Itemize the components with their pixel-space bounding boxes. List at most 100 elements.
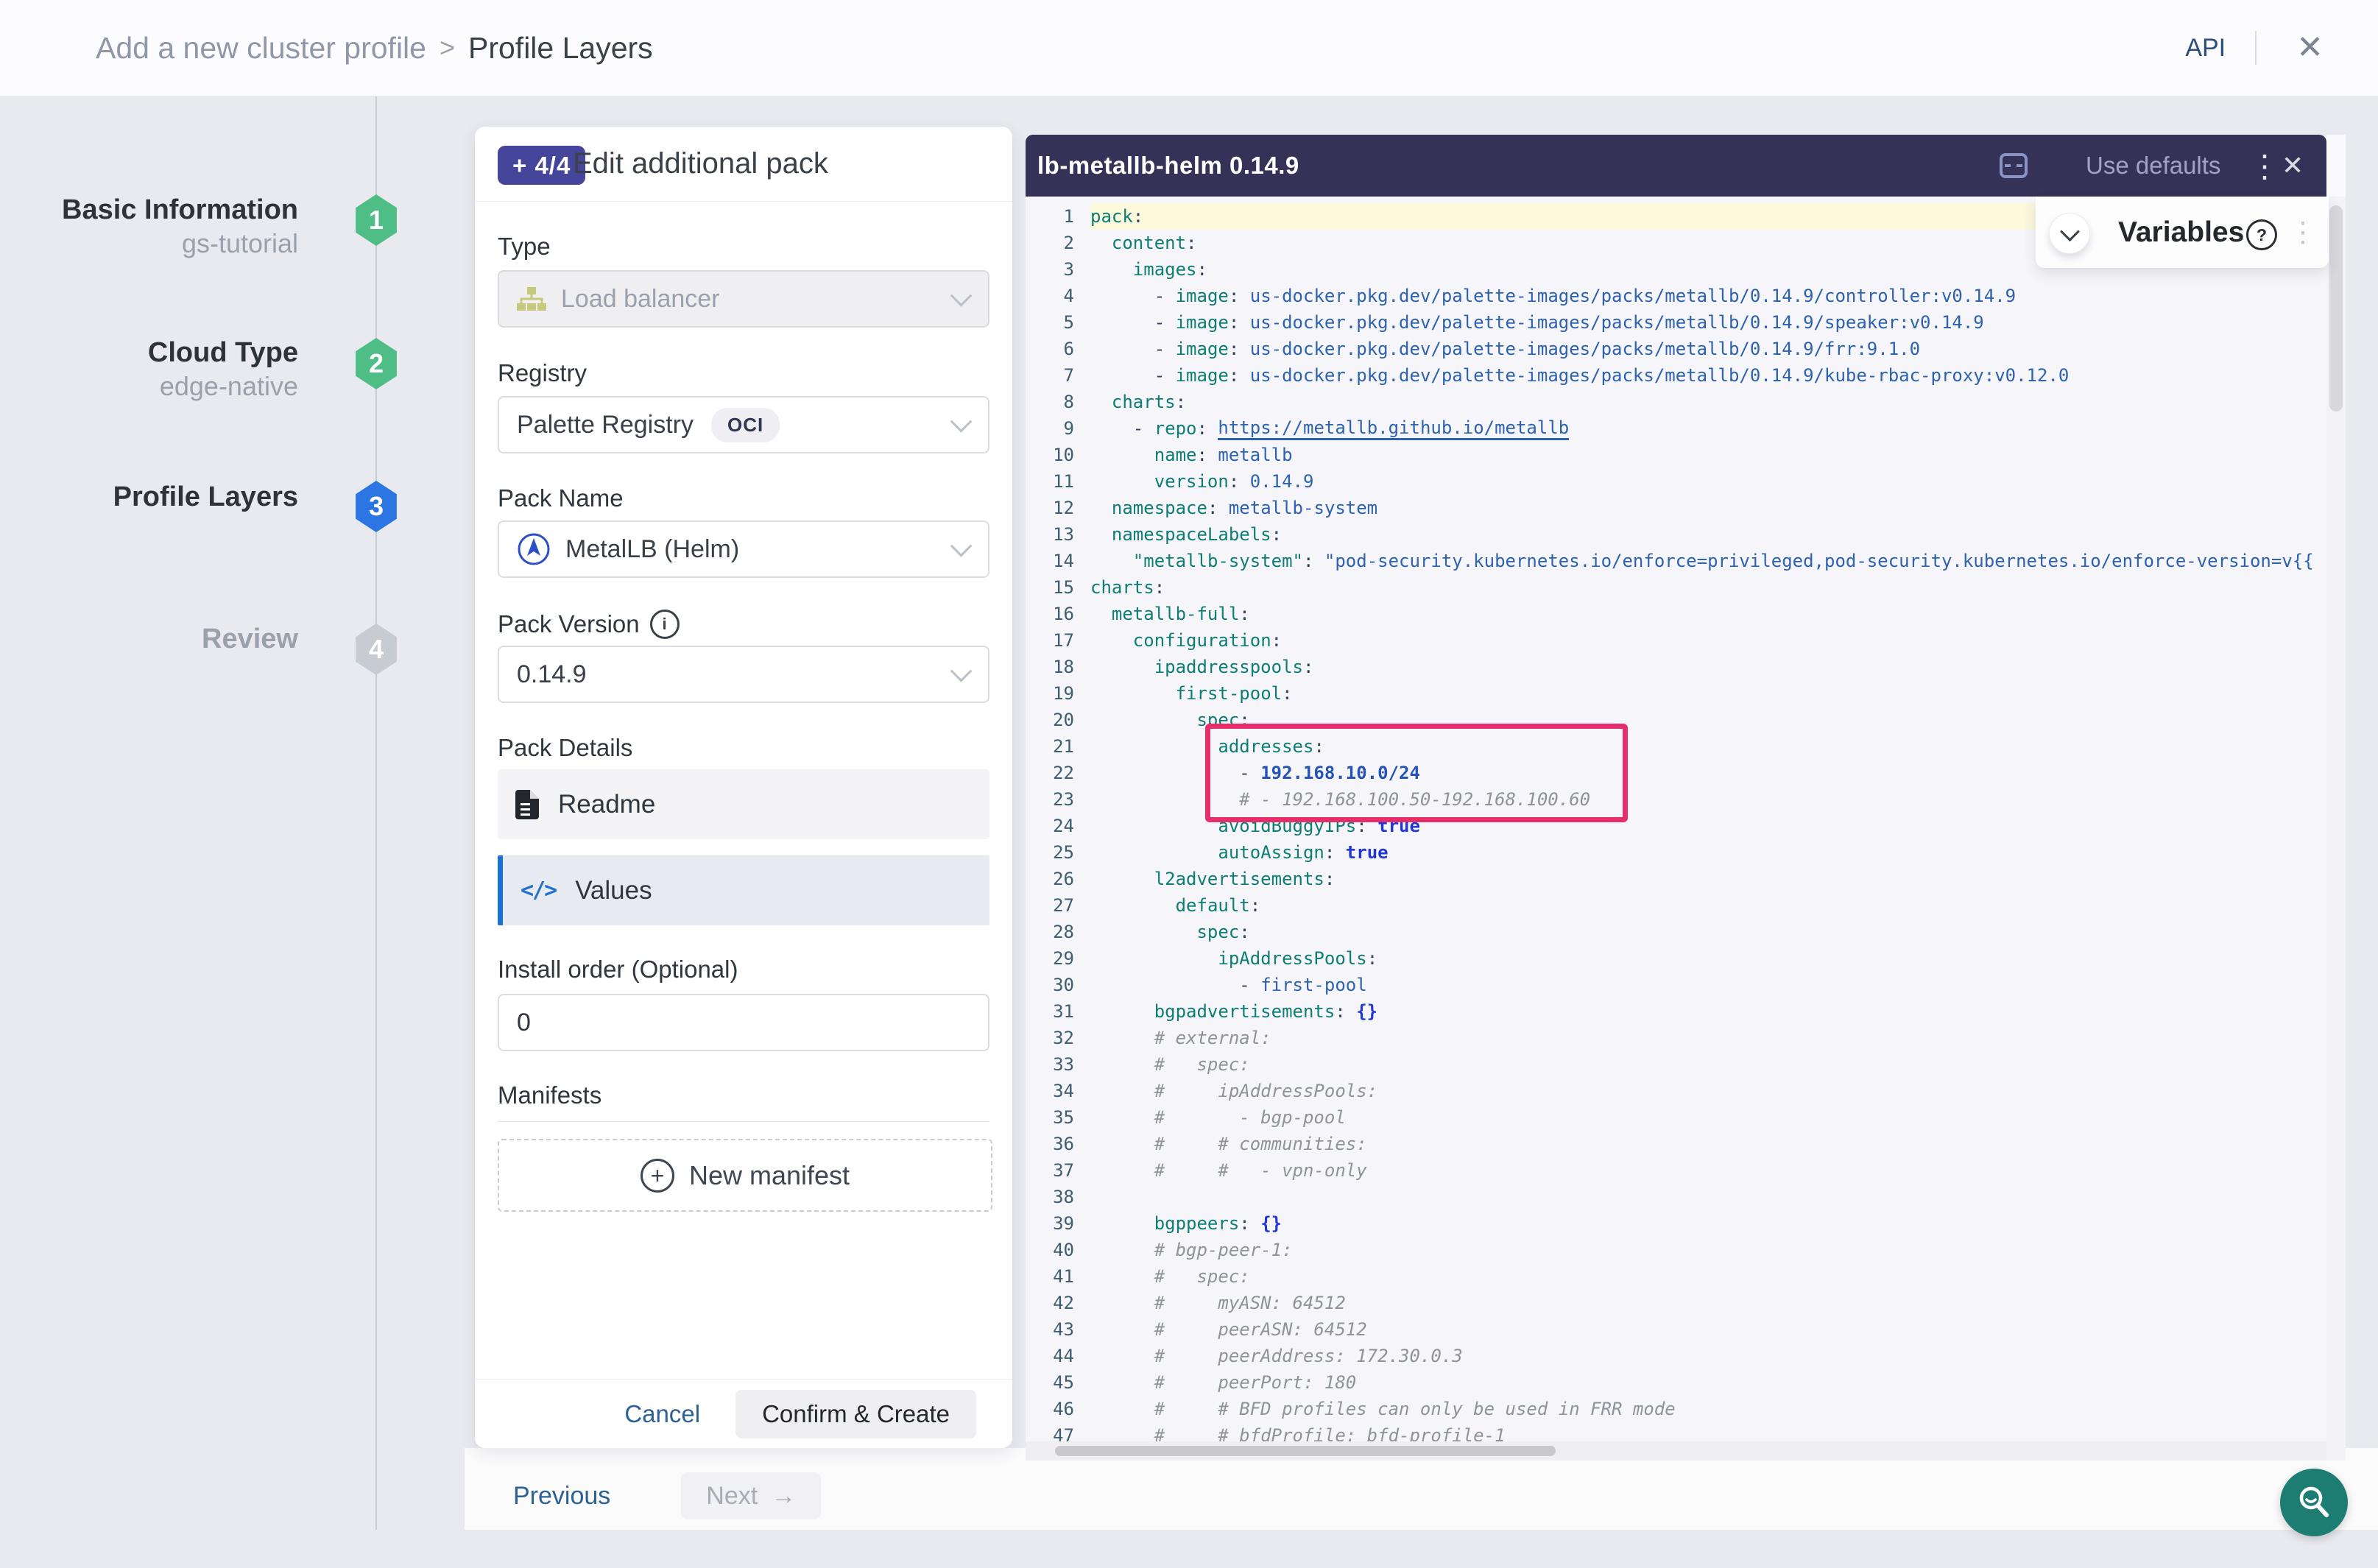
code-text: # peerAddress: 172.30.0.3 — [1090, 1343, 2326, 1369]
step-hexagon-2[interactable]: 2 — [353, 338, 399, 389]
line-number: 13 — [1026, 524, 1090, 545]
variables-label: Variables — [2118, 197, 2244, 268]
code-text: bgpadvertisements: {} — [1090, 998, 2326, 1025]
code-area[interactable]: 1pack:2content:3images:4- image: us-dock… — [1026, 197, 2326, 1461]
code-line: 45# peerPort: 180 — [1026, 1369, 2326, 1396]
code-text: # spec: — [1090, 1051, 2326, 1078]
step-hexagon-3[interactable]: 3 — [353, 481, 399, 532]
token-k: charts — [1112, 392, 1176, 412]
token-v: first-pool — [1260, 975, 1367, 995]
next-button[interactable]: Next → — [681, 1472, 821, 1519]
token-c: # - bgp-pool — [1154, 1107, 1346, 1128]
code-text: - image: us-docker.pkg.dev/palette-image… — [1090, 362, 2326, 389]
code-line: 22- 192.168.10.0/24 — [1026, 760, 2326, 786]
token-p: : — [1271, 630, 1282, 651]
install-order-input[interactable] — [498, 994, 989, 1051]
manifests-label: Manifests — [498, 1081, 601, 1109]
registry-select[interactable]: Palette Registry OCI — [498, 396, 989, 453]
editor-close-icon[interactable]: ✕ — [2282, 135, 2304, 197]
code-line: 8charts: — [1026, 389, 2326, 415]
confirm-create-button[interactable]: Confirm & Create — [735, 1390, 976, 1438]
readme-tab[interactable]: Readme — [498, 769, 989, 839]
token-p: : — [1186, 233, 1196, 253]
line-number: 40 — [1026, 1240, 1090, 1260]
step-hexagon-4[interactable]: 4 — [353, 624, 399, 675]
line-number: 42 — [1026, 1293, 1090, 1313]
use-defaults-button[interactable]: Use defaults — [2086, 135, 2220, 197]
step-hexagon-1[interactable]: 1 — [353, 194, 399, 246]
help-icon[interactable]: ? — [2246, 219, 2277, 250]
code-text: name: metallb — [1090, 442, 2326, 468]
step-subtitle: edge-native — [44, 370, 298, 403]
line-number: 12 — [1026, 498, 1090, 518]
support-search-button[interactable] — [2280, 1469, 2348, 1536]
code-line: 24avoidBuggyIPs: true — [1026, 813, 2326, 839]
page-bottom-strip — [0, 1530, 2378, 1568]
cancel-button[interactable]: Cancel — [624, 1400, 700, 1428]
stepper-line — [375, 96, 377, 1568]
chevron-down-icon — [950, 411, 973, 433]
code-text: - 192.168.10.0/24 — [1090, 760, 2326, 786]
new-manifest-button[interactable]: + New manifest — [498, 1139, 992, 1212]
step-label-cloud-type[interactable]: Cloud Typeedge-native — [44, 336, 298, 403]
pack-name-select[interactable]: MetalLB (Helm) — [498, 520, 989, 578]
token-k: charts — [1090, 577, 1154, 598]
pack-version-select[interactable]: 0.14.9 — [498, 646, 989, 703]
token-p: : — [1133, 206, 1143, 227]
line-number: 3 — [1026, 259, 1090, 280]
token-b: {} — [1356, 1001, 1377, 1022]
close-icon[interactable]: ✕ — [2286, 27, 2334, 68]
token-p: : — [1229, 286, 1250, 306]
token-p: - — [1154, 312, 1176, 333]
step-label-basic-information[interactable]: Basic Informationgs-tutorial — [44, 193, 298, 261]
readme-tab-label: Readme — [558, 790, 655, 819]
token-p: : — [1207, 498, 1229, 518]
variables-expand-button[interactable] — [2049, 213, 2090, 254]
token-k: spec — [1196, 710, 1239, 730]
editor-kebab-icon[interactable]: ⋮ — [2249, 135, 2280, 197]
token-p: : — [1154, 577, 1165, 598]
split-view-icon[interactable] — [1999, 152, 2028, 183]
code-line: 20spec: — [1026, 707, 2326, 733]
token-k: default — [1176, 895, 1250, 916]
step-label-profile-layers[interactable]: Profile Layers — [44, 480, 298, 514]
token-p: : — [1303, 551, 1324, 571]
step-label-review[interactable]: Review — [44, 622, 298, 656]
breadcrumb-parent[interactable]: Add a new cluster profile — [96, 31, 426, 66]
line-number: 2 — [1026, 233, 1090, 253]
token-c: # - 192.168.100.50-192.168.100.60 — [1239, 789, 1590, 810]
code-line: 13namespaceLabels: — [1026, 521, 2326, 548]
manifests-divider — [498, 1121, 989, 1122]
type-select[interactable]: Load balancer — [498, 270, 989, 328]
info-icon[interactable]: i — [650, 610, 680, 639]
values-tab[interactable]: </> Values — [498, 855, 989, 925]
line-number: 25 — [1026, 842, 1090, 863]
code-line: 6- image: us-docker.pkg.dev/palette-imag… — [1026, 336, 2326, 362]
code-line: 35# - bgp-pool — [1026, 1104, 2326, 1131]
token-p: : — [1176, 392, 1186, 412]
horizontal-scrollbar-thumb[interactable] — [1055, 1446, 1556, 1456]
code-text: - repo: https://metallb.github.io/metall… — [1090, 415, 2326, 442]
previous-button[interactable]: Previous — [513, 1482, 610, 1511]
code-line: 29ipAddressPools: — [1026, 945, 2326, 972]
code-line: 15charts: — [1026, 574, 2326, 601]
token-k: images — [1133, 259, 1197, 280]
token-k: ipaddresspools — [1154, 657, 1303, 677]
token-v: us-docker.pkg.dev/palette-images/packs/m… — [1250, 286, 2016, 306]
token-p: : — [1335, 1001, 1356, 1022]
line-number: 30 — [1026, 975, 1090, 995]
token-k: namespace — [1112, 498, 1207, 518]
vertical-scrollbar-thumb[interactable] — [2329, 205, 2343, 412]
token-p: : — [1271, 524, 1282, 545]
code-line: 25autoAssign: true — [1026, 839, 2326, 866]
code-text: bgppeers: {} — [1090, 1210, 2326, 1237]
api-button[interactable]: API — [2185, 34, 2226, 63]
token-p: - — [1239, 975, 1260, 995]
variables-kebab-icon[interactable]: ⋮ — [2289, 197, 2317, 268]
line-number: 37 — [1026, 1160, 1090, 1181]
code-line: 12namespace: metallb-system — [1026, 495, 2326, 521]
code-line: 23# - 192.168.100.50-192.168.100.60 — [1026, 786, 2326, 813]
line-number: 26 — [1026, 869, 1090, 889]
token-p: - — [1239, 763, 1260, 783]
pack-name-label: Pack Name — [498, 484, 624, 512]
